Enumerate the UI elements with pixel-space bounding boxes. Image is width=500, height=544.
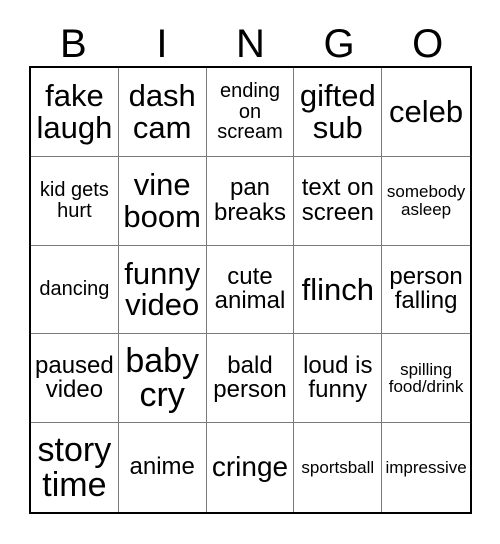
bingo-cell[interactable]: loud is funny <box>294 334 383 424</box>
bingo-header-letter-o: O <box>412 22 444 66</box>
bingo-cell-label: sportsball <box>301 457 375 477</box>
bingo-cell-label: paused video <box>35 351 114 404</box>
bingo-cell-label: text on screen <box>301 174 374 226</box>
bingo-header-row: B I N G O <box>29 22 472 66</box>
bingo-cell[interactable]: fake laugh <box>31 68 119 157</box>
bingo-cell[interactable]: dancing <box>31 245 119 335</box>
bingo-cell-label: vine boom <box>123 167 201 234</box>
bingo-cell[interactable]: paused video <box>31 334 119 424</box>
bingo-header-letter-g: G <box>323 22 355 66</box>
bingo-cell-label: person falling <box>389 263 463 315</box>
bingo-cell[interactable]: spilling food/drink <box>382 334 470 424</box>
bingo-cell-label: spilling food/drink <box>388 359 464 397</box>
bingo-cell-label: impressive <box>385 457 467 477</box>
bingo-cell[interactable]: person falling <box>382 245 470 335</box>
bingo-card: B I N G O fake laugh dash cam ending on … <box>0 0 500 544</box>
bingo-cell[interactable]: anime <box>118 423 207 512</box>
bingo-cell-label: anime <box>129 453 195 481</box>
bingo-cell[interactable]: dash cam <box>118 68 207 157</box>
bingo-cell-label: cringe <box>211 451 289 483</box>
bingo-cell[interactable]: gifted sub <box>294 68 383 157</box>
bingo-cell-label: baby cry <box>125 341 200 415</box>
bingo-cell[interactable]: celeb <box>382 68 470 157</box>
bingo-cell-label: gifted sub <box>299 78 376 145</box>
bingo-cell-label: bald person <box>213 351 287 404</box>
bingo-header-letter-i: I <box>156 22 168 66</box>
bingo-cell-label: dancing <box>39 278 110 301</box>
bingo-cell[interactable]: funny video <box>118 245 207 335</box>
bingo-cell-label: ending on scream <box>217 80 283 144</box>
bingo-cell[interactable]: kid gets hurt <box>31 156 119 246</box>
bingo-cell-label: fake laugh <box>36 78 113 145</box>
bingo-cell[interactable]: impressive <box>382 423 470 512</box>
bingo-cell-label: celeb <box>389 94 464 130</box>
bingo-cell-label: cute animal <box>214 263 286 315</box>
bingo-cell-label: funny video <box>124 255 201 323</box>
bingo-cell[interactable]: cringe <box>206 423 295 512</box>
bingo-cell[interactable]: sportsball <box>294 423 383 512</box>
bingo-cell[interactable]: flinch <box>294 245 383 335</box>
bingo-cell-label: kid gets hurt <box>39 179 109 222</box>
bingo-cell[interactable]: bald person <box>206 334 295 424</box>
bingo-cell[interactable]: somebody asleep <box>382 156 470 246</box>
bingo-cell[interactable]: story time <box>31 423 119 512</box>
bingo-grid: fake laugh dash cam ending on scream gif… <box>29 66 472 514</box>
bingo-cell-label: loud is funny <box>303 351 373 404</box>
bingo-cell[interactable]: ending on scream <box>206 68 295 157</box>
bingo-header-letter-n: N <box>236 22 265 66</box>
bingo-header-letter-b: B <box>59 22 87 66</box>
bingo-cell-label: story time <box>37 430 112 504</box>
bingo-cell-label: pan breaks <box>213 174 287 226</box>
bingo-cell[interactable]: baby cry <box>118 334 207 424</box>
bingo-cell-label: flinch <box>301 271 374 307</box>
bingo-cell[interactable]: cute animal <box>206 245 295 335</box>
bingo-cell[interactable]: pan breaks <box>206 156 295 246</box>
bingo-cell-label: dash cam <box>128 78 196 145</box>
bingo-cell-label: somebody asleep <box>386 182 466 219</box>
bingo-cell[interactable]: vine boom <box>118 156 207 246</box>
bingo-cell[interactable]: text on screen <box>294 156 383 246</box>
